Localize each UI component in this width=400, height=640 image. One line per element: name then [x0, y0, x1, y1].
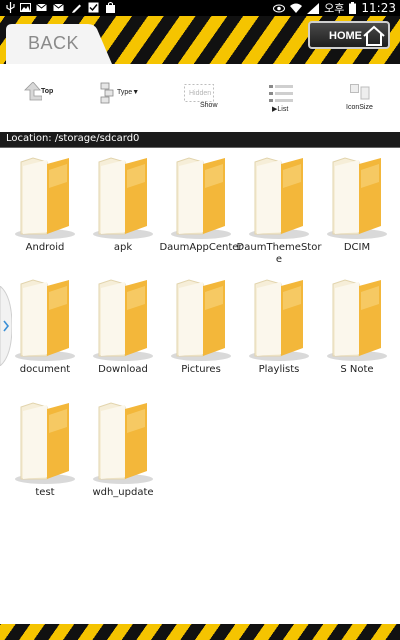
folder-item[interactable]: test [6, 393, 84, 513]
eye-icon [273, 4, 286, 12]
folder-icon [93, 279, 153, 361]
folder-icon [15, 402, 75, 484]
iconsize-label: IconSize [346, 104, 373, 111]
folder-item[interactable]: Playlists [240, 270, 318, 390]
chevron-right-icon [0, 285, 13, 367]
battery-icon [349, 2, 357, 14]
folder-item[interactable]: S Note [318, 270, 396, 390]
folder-item[interactable]: DaumThemeStore [237, 148, 321, 268]
location-path: Location: /storage/sdcard0 [6, 133, 140, 144]
folder-icon [93, 157, 153, 239]
up-arrow-icon [24, 82, 42, 101]
home-icon [363, 25, 385, 46]
folder-name: DCIM [343, 242, 371, 253]
folder-name: wdh_update [92, 487, 154, 498]
folder-name: Pictures [181, 364, 221, 375]
app-screen: { "status_bar": { "time": "11:23", "ampm… [0, 0, 400, 640]
wifi-icon [290, 3, 303, 13]
folder-name: DaumAppCenter [159, 242, 243, 253]
sort-icon [100, 82, 114, 104]
folder-grid: Android apk DaumAppCenter DaumThemeStore… [0, 148, 400, 624]
home-label: HOME [329, 30, 362, 42]
status-time: 11:23 [361, 1, 396, 15]
location-bar: Location: /storage/sdcard0 [0, 132, 400, 148]
folder-icon [327, 157, 387, 239]
hidden-label: Hidden [189, 90, 212, 97]
toolbar: Top Type▼ Hidden Show ▶List IconSize [0, 64, 400, 132]
folder-name: Playlists [258, 364, 300, 375]
icon-size-button[interactable]: IconSize [344, 80, 378, 116]
pencil-icon [72, 4, 81, 13]
check-icon [88, 2, 99, 13]
folder-name: Android [25, 242, 65, 253]
header-bar: BACK HOME [0, 16, 400, 64]
folder-icon [327, 279, 387, 361]
folder-icon [171, 279, 231, 361]
folder-name: Download [98, 364, 148, 375]
type-sort-button[interactable]: Type▼ [100, 80, 142, 116]
list-view-button[interactable]: ▶List [266, 80, 296, 116]
show-label: Show [200, 102, 218, 109]
status-bar: 오후 11:23 [0, 0, 400, 16]
icon-size-icon [350, 84, 370, 100]
folder-item[interactable]: Download [84, 270, 162, 390]
folder-icon [15, 157, 75, 239]
folder-item[interactable]: Pictures [162, 270, 240, 390]
folder-item[interactable]: document [6, 270, 84, 390]
folder-icon [171, 157, 231, 239]
folder-icon [249, 279, 309, 361]
folder-name: document [19, 364, 71, 375]
hazard-footer [0, 624, 400, 640]
status-ampm: 오후 [324, 2, 345, 15]
folder-item[interactable]: DCIM [318, 148, 396, 268]
folder-item[interactable]: apk [84, 148, 162, 268]
image-icon [20, 3, 31, 12]
folder-icon [93, 402, 153, 484]
back-button[interactable]: BACK [0, 24, 112, 64]
folder-item[interactable]: DaumAppCenter [159, 148, 243, 268]
hidden-show-toggle[interactable]: Hidden Show [182, 80, 222, 116]
shopping-bag-icon [106, 2, 115, 13]
usb-icon [6, 2, 15, 13]
home-button[interactable]: HOME [308, 21, 390, 49]
folder-icon [249, 157, 309, 239]
mail-icon [53, 3, 64, 11]
list-label: ▶List [272, 106, 289, 113]
folder-name: DaumThemeStore [236, 242, 322, 265]
side-drawer-handle[interactable] [0, 285, 13, 367]
folder-name: test [35, 487, 55, 498]
mail-icon [36, 3, 47, 11]
type-label-text: Type [117, 89, 133, 96]
folder-name: S Note [340, 364, 374, 375]
folder-item[interactable]: Android [6, 148, 84, 268]
type-label: Type▼ [117, 89, 140, 96]
back-label: BACK [28, 33, 80, 53]
top-label: Top [41, 88, 54, 95]
folder-item[interactable]: wdh_update [84, 393, 162, 513]
list-label-text: List [277, 106, 289, 113]
list-icon [269, 85, 293, 102]
folder-name: apk [113, 242, 133, 253]
top-button[interactable]: Top [24, 80, 60, 116]
status-right: 오후 11:23 [273, 0, 396, 16]
folder-icon [15, 279, 75, 361]
signal-icon [307, 2, 320, 14]
